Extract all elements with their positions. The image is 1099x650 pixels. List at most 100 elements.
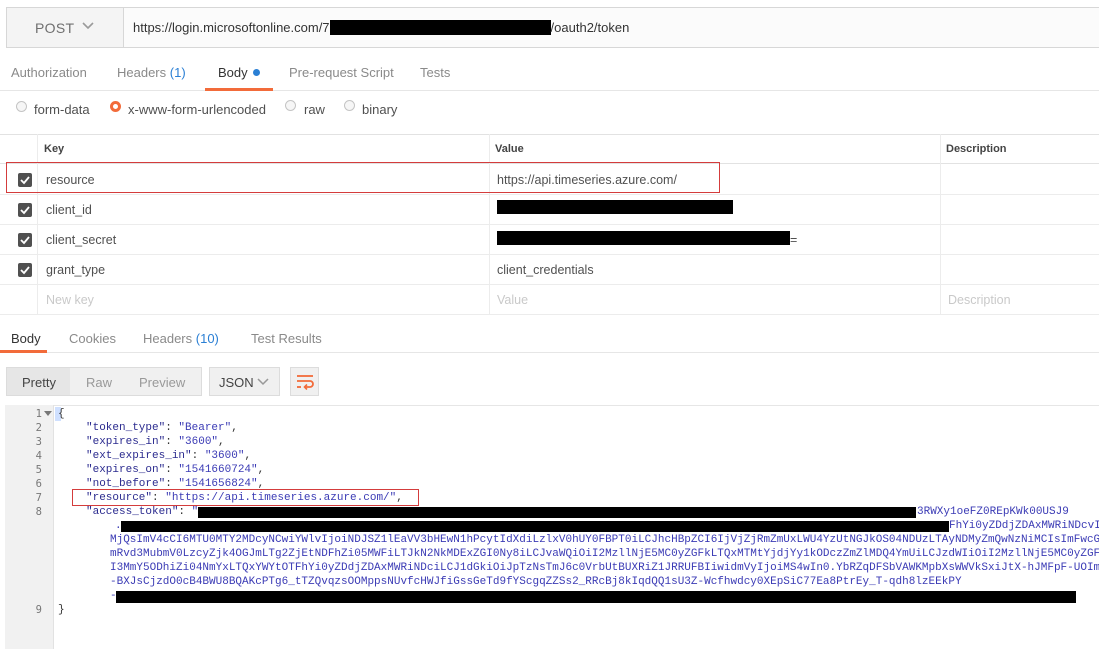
radio-form-data-label: form-data	[34, 102, 90, 117]
token-fragment: -BXJsCjzdO0cB4BWU8BQAKcPTg6_tTZQvqzsOOMp…	[110, 576, 962, 588]
fold-toggle-icon[interactable]	[44, 411, 52, 417]
highlight-box	[72, 489, 419, 506]
line-number: 2	[35, 422, 42, 434]
json-line-expires-on: "expires_on": "1541660724",	[86, 464, 265, 476]
tab-tests[interactable]: Tests	[420, 65, 450, 80]
method-label: POST	[35, 20, 75, 36]
response-tabs-divider	[0, 352, 1099, 353]
radio-binary-label: binary	[362, 102, 398, 117]
line-number: 4	[35, 450, 42, 462]
line-number: 7	[35, 492, 42, 504]
response-tab-test-results[interactable]: Test Results	[251, 331, 322, 346]
chevron-down-icon	[82, 22, 94, 30]
radio-binary[interactable]	[344, 100, 355, 111]
modified-dot-icon	[253, 69, 261, 76]
line-number: 3	[35, 436, 42, 448]
json-open-brace: {	[58, 408, 65, 420]
token-fragment: MjQsImV4cCI6MTU0MTY2MDcyNCwiYWlvIjoiNDJS…	[110, 534, 1099, 546]
row-divider	[0, 314, 1099, 315]
column-header-value: Value	[495, 143, 524, 155]
value-redaction	[497, 231, 790, 245]
radio-form-data[interactable]	[16, 101, 27, 112]
json-value: "1541660724"	[178, 464, 258, 476]
active-tab-underline	[205, 88, 273, 91]
token-redaction	[116, 591, 1076, 603]
json-line-token-type: "token_type": "Bearer",	[86, 422, 238, 434]
json-value: "3600"	[204, 450, 245, 462]
response-tab-body[interactable]: Body	[11, 331, 41, 346]
new-value-input[interactable]: Value	[497, 293, 528, 307]
column-header-description: Description	[946, 143, 1007, 155]
row-divider	[0, 284, 1099, 285]
tabs-divider	[0, 90, 1099, 91]
response-tab-headers-label: Headers	[143, 331, 193, 346]
param-value-grant-type[interactable]: client_credentials	[497, 263, 594, 277]
json-key: "ext_expires_in"	[86, 450, 192, 462]
line-number: 6	[35, 478, 42, 490]
format-label: JSON	[219, 375, 254, 390]
param-key-client-id[interactable]: client_id	[46, 203, 92, 217]
radio-raw[interactable]	[285, 100, 296, 111]
params-table-header	[0, 134, 1099, 164]
response-tab-cookies[interactable]: Cookies	[69, 331, 116, 346]
token-redaction	[198, 507, 916, 518]
response-tab-headers[interactable]: Headers (10)	[143, 331, 219, 346]
column-header-key: Key	[44, 143, 65, 155]
wrap-lines-icon	[297, 375, 314, 390]
param-key-client-secret[interactable]: client_secret	[46, 233, 116, 247]
tab-body-label: Body	[218, 65, 248, 80]
line-number: 8	[35, 506, 42, 518]
tab-body[interactable]: Body	[218, 65, 261, 80]
url-prefix: https://login.microsoftonline.com/7	[133, 20, 330, 35]
view-raw-button[interactable]: Raw	[86, 375, 112, 390]
token-fragment: I3MmY5ODhiZi04NmYxLTQxYWYtOTFhYi0yZDdjZD…	[110, 562, 1099, 574]
tab-headers[interactable]: Headers (1)	[117, 65, 186, 80]
json-key: "expires_on"	[86, 464, 166, 476]
json-value: "3600"	[178, 436, 219, 448]
token-wrapped-lines: MjQsImV4cCI6MTU0MTY2MDcyNCwiYWlvIjoiNDJS…	[110, 533, 1099, 589]
json-key: "expires_in"	[86, 436, 166, 448]
method-dropdown[interactable]: POST	[7, 8, 124, 47]
url-suffix: /oauth2/token	[550, 20, 630, 35]
url-input[interactable]: https://login.microsoftonline.com/7/oaut…	[133, 20, 629, 35]
view-preview-button[interactable]: Preview	[139, 375, 185, 390]
active-response-tab-underline	[0, 350, 47, 353]
json-value: "Bearer"	[178, 422, 232, 434]
wrap-lines-button[interactable]	[290, 367, 319, 396]
row-checkbox-client-secret[interactable]	[18, 233, 32, 247]
token-fragment: mRvd3MubmV0LzcyZjk4OGJmLTg2ZjEtNDFhZi05M…	[110, 548, 1099, 560]
row-divider	[0, 224, 1099, 225]
line-number: 1	[35, 408, 42, 420]
value-redaction	[497, 200, 733, 214]
url-bar: POST https://login.microsoftonline.com/7…	[6, 7, 1099, 48]
view-pretty-button[interactable]: Pretty	[22, 375, 56, 390]
checkmark-icon	[20, 236, 30, 245]
param-value-client-secret[interactable]: =	[790, 233, 797, 247]
line-number: 5	[35, 464, 42, 476]
new-key-input[interactable]: New key	[46, 293, 94, 307]
checkmark-icon	[20, 206, 30, 215]
json-key: "access_token"	[86, 506, 179, 518]
row-divider	[0, 194, 1099, 195]
tab-authorization[interactable]: Authorization	[11, 65, 87, 80]
row-checkbox-grant-type[interactable]	[18, 263, 32, 277]
json-close-brace: }	[58, 604, 65, 616]
radio-urlencoded[interactable]	[110, 101, 121, 112]
url-redaction	[329, 20, 551, 35]
new-description-input[interactable]: Description	[948, 293, 1011, 307]
chevron-down-icon	[257, 378, 269, 386]
json-key: "token_type"	[86, 422, 166, 434]
param-key-grant-type[interactable]: grant_type	[46, 263, 105, 277]
radio-urlencoded-label: x-www-form-urlencoded	[128, 102, 266, 117]
token-fragment: 3RWXy1oeFZ0REpKWk00USJ9	[917, 506, 1069, 518]
json-line-access-token: "access_token": "	[86, 506, 199, 518]
checkmark-icon	[20, 266, 30, 275]
row-checkbox-client-id[interactable]	[18, 203, 32, 217]
json-line-ext-expires-in: "ext_expires_in": "3600",	[86, 450, 252, 462]
tab-headers-label: Headers	[117, 65, 167, 80]
tab-prerequest-script[interactable]: Pre-request Script	[289, 65, 394, 80]
highlight-box	[6, 162, 720, 193]
tab-headers-count: (1)	[169, 65, 186, 80]
row-divider	[0, 254, 1099, 255]
token-fragment: FhYi0yZDdjZDAxMWRiNDcvI	[949, 520, 1099, 532]
